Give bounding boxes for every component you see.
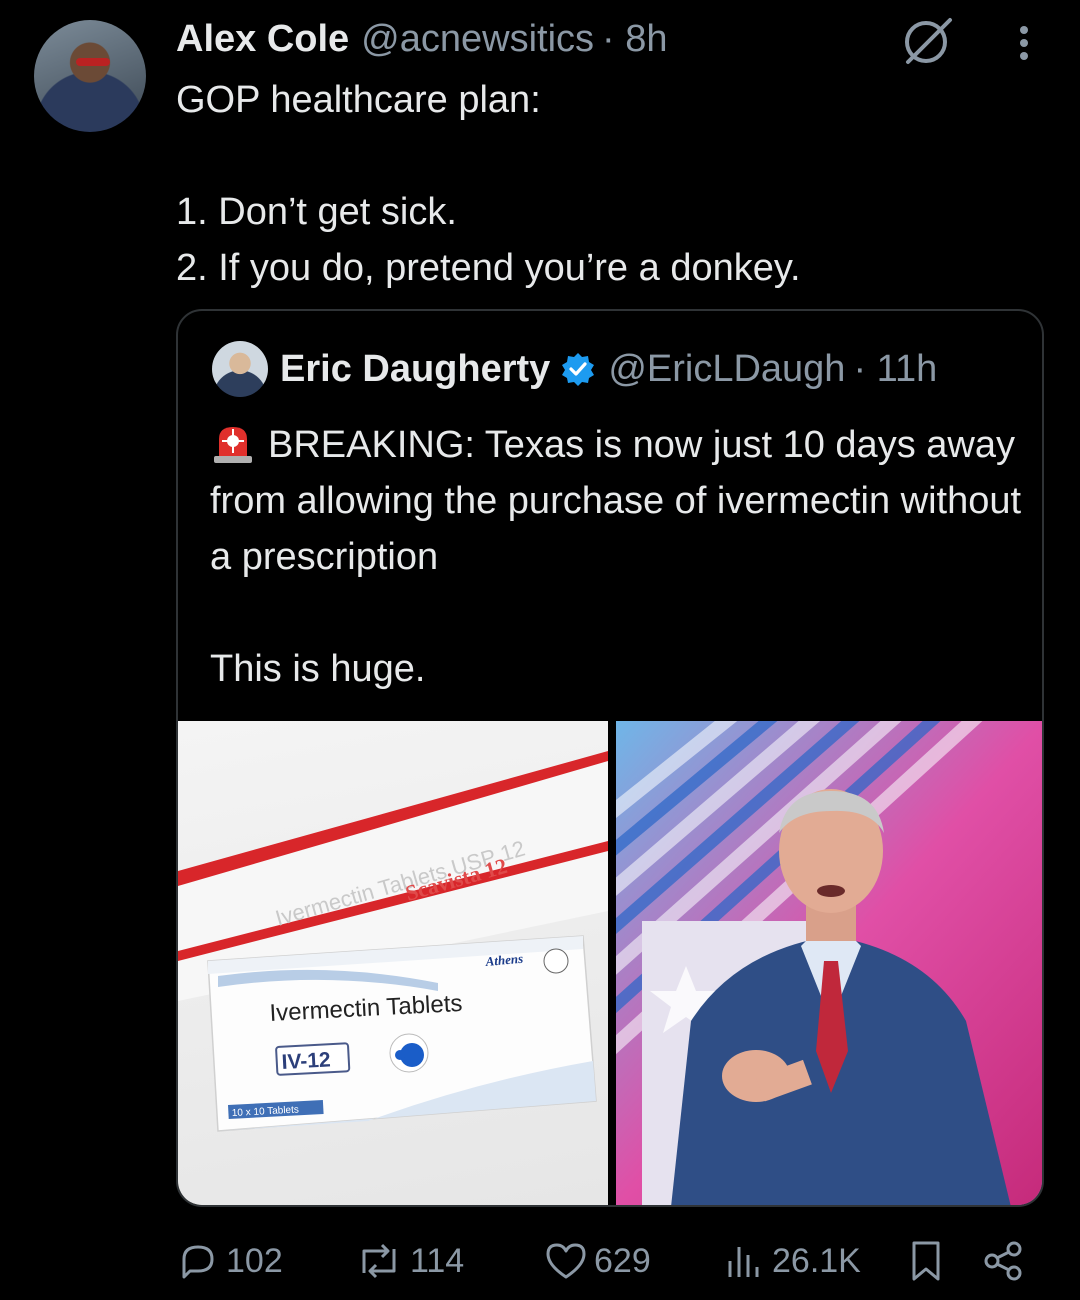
quoted-text: BREAKING: Texas is now just 10 days away…: [210, 417, 1030, 697]
view-count: 26.1K: [772, 1241, 861, 1280]
verified-icon: [562, 353, 595, 386]
reply-count: 102: [226, 1241, 283, 1280]
tweet-actions: 102 114 629 26.1K: [176, 1236, 1046, 1286]
box-brand: IV-12: [281, 1048, 331, 1074]
siren-icon: [214, 427, 252, 463]
speaker-photo[interactable]: [616, 721, 1042, 1205]
repost-count: 114: [410, 1241, 465, 1280]
tweet-text: GOP healthcare plan: 1. Don’t get sick. …: [176, 79, 801, 289]
author-avatar[interactable]: [34, 20, 146, 132]
ivermectin-box-image[interactable]: Ivermectin Tablets USP 12 Scavista 12 Iv…: [178, 721, 608, 1205]
quoted-text-body: BREAKING: Texas is now just 10 days away…: [210, 424, 1022, 690]
ivermectin-box-illustration: Ivermectin Tablets USP 12 Scavista 12 Iv…: [178, 751, 608, 1132]
more-icon[interactable]: [1004, 20, 1044, 64]
tweet-time[interactable]: · 8h: [602, 18, 667, 61]
reply-button[interactable]: 102: [176, 1236, 283, 1286]
grok-icon[interactable]: [900, 14, 956, 66]
repost-button[interactable]: 114: [354, 1236, 464, 1286]
views-icon: [728, 1247, 759, 1277]
author-handle[interactable]: @acnewsitics: [361, 18, 594, 61]
quoted-author-name[interactable]: Eric Daugherty: [280, 348, 550, 391]
reply-icon: [182, 1245, 214, 1279]
like-icon: [546, 1243, 586, 1279]
author-name[interactable]: Alex Cole: [176, 18, 349, 61]
like-button[interactable]: 629: [544, 1236, 651, 1286]
bookmark-icon: [912, 1241, 940, 1281]
quoted-author-handle[interactable]: @EricLDaugh: [608, 348, 845, 391]
quoted-header: Eric Daugherty @EricLDaugh · 11h: [280, 343, 937, 395]
quoted-tweet[interactable]: Eric Daugherty @EricLDaugh · 11h BREAKIN…: [176, 309, 1044, 1207]
quoted-time[interactable]: · 11h: [853, 348, 937, 391]
bookmark-button[interactable]: [906, 1236, 952, 1286]
like-count: 629: [594, 1241, 651, 1280]
share-button[interactable]: [982, 1236, 1032, 1286]
speaker-photo-illustration: [616, 721, 1042, 1205]
repost-icon: [362, 1243, 396, 1279]
share-icon: [984, 1241, 1022, 1281]
tweet-header: Alex Cole @acnewsitics · 8h: [176, 14, 668, 64]
views-button[interactable]: 26.1K: [722, 1236, 861, 1286]
quoted-author-avatar[interactable]: [212, 341, 268, 397]
